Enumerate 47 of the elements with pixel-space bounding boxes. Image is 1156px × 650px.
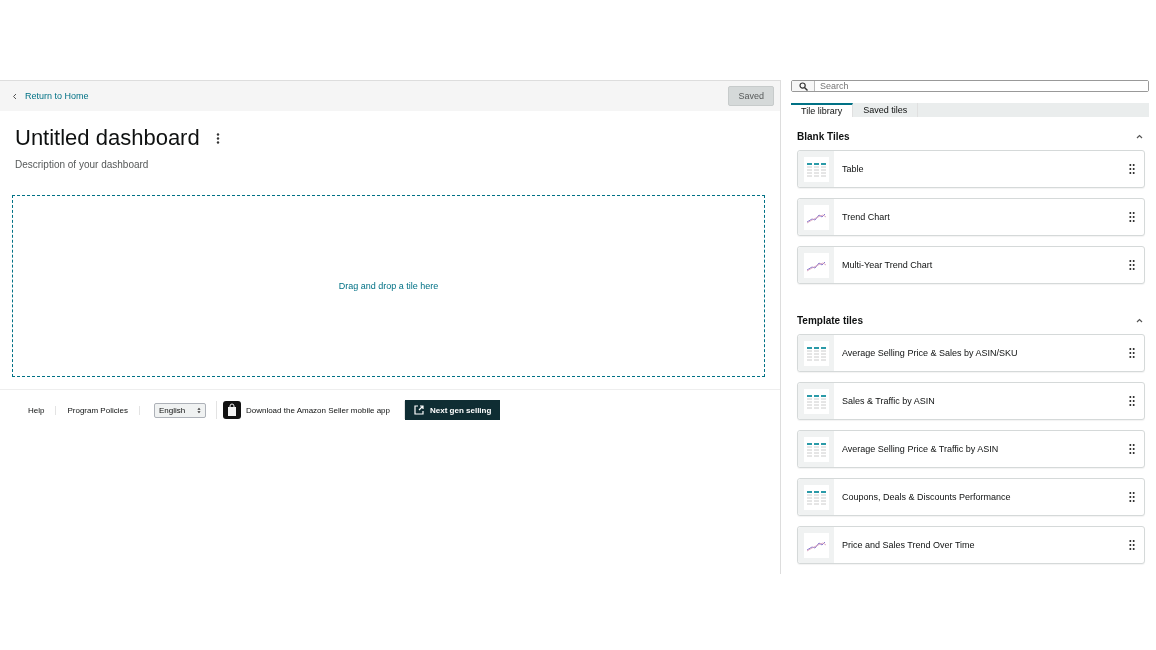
drag-handle-icon[interactable] [1129,444,1135,454]
section-title: Blank Tiles [797,131,850,143]
drag-handle-icon[interactable] [1129,260,1135,271]
tile-card[interactable]: Trend Chart [797,198,1145,237]
tile-label: Coupons, Deals & Discounts Performance [841,492,1012,502]
tile-label: Average Selling Price & Sales by ASIN/SKU [841,348,1019,358]
tile-card[interactable]: Price and Sales Trend Over Time [797,526,1145,564]
tile-label: Multi-Year Trend Chart [841,260,934,271]
search-icon[interactable] [798,81,808,91]
tab[interactable]: Tile library [791,103,854,118]
drag-handle-icon[interactable] [1129,396,1135,406]
language-select[interactable]: English [153,402,206,418]
tile-card[interactable]: Multi-Year Trend Chart [797,246,1145,285]
more-options-icon[interactable] [215,132,220,144]
app-download-link[interactable]: Download the Amazon Seller mobile app [215,401,405,419]
shopping-bag-icon [222,401,241,419]
tile-label: Average Selling Price & Traffic by ASIN [841,444,1000,454]
tile-label: Price and Sales Trend Over Time [841,540,976,550]
tile-card[interactable]: Average Selling Price & Traffic by ASIN [797,430,1145,468]
drag-handle-icon[interactable] [1129,540,1135,550]
tile-card[interactable]: Table [797,150,1145,189]
tile-label: Table [841,164,865,175]
drop-zone[interactable]: Drag and drop a tile here [12,195,765,377]
up-down-arrows-icon [196,406,201,414]
tile-card[interactable]: Average Selling Price & Sales by ASIN/SKU [797,334,1145,372]
dashboard-description: Description of your dashboard [14,158,150,170]
tile-card[interactable]: Sales & Traffic by ASIN [797,382,1145,420]
drag-handle-icon[interactable] [1129,492,1135,502]
drag-handle-icon[interactable] [1129,164,1135,175]
drag-handle-icon[interactable] [1129,212,1135,223]
external-link-icon [414,405,424,415]
drag-handle-icon[interactable] [1129,348,1135,358]
drop-hint: Drag and drop a tile here [338,281,439,291]
tile-label: Trend Chart [841,212,891,223]
tile-card[interactable]: Coupons, Deals & Discounts Performance [797,478,1145,516]
tile-label: Sales & Traffic by ASIN [841,396,936,406]
chevron-left-icon [12,92,17,100]
search-field[interactable]: Search [791,80,1149,92]
saved-button[interactable]: Saved [728,86,774,106]
next-gen-selling-button[interactable]: Next gen selling [405,400,501,420]
caret-icon[interactable] [1136,134,1143,140]
footer-link[interactable]: Help [28,405,57,415]
caret-icon[interactable] [1136,318,1143,323]
section-title: Template tiles [797,315,863,326]
footer-link[interactable]: Program Policies [56,405,140,415]
return-link[interactable]: Return to Home [12,91,89,101]
dashboard-title: Untitled dashboard [15,125,200,151]
